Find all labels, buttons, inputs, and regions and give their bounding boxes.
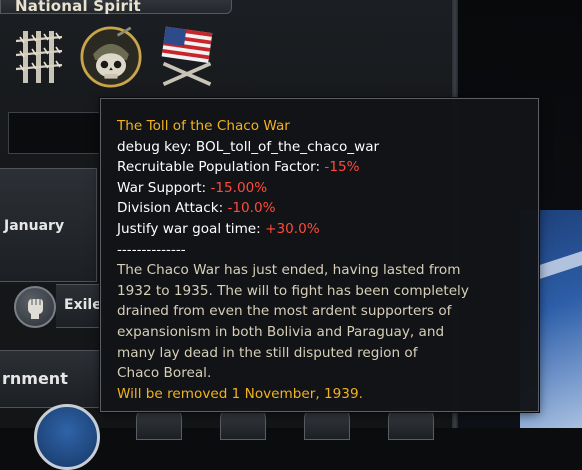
- debug-key-value: BOL_toll_of_the_chaco_war: [195, 138, 380, 155]
- description-line: many lay dead in the still disputed regi…: [117, 344, 418, 361]
- date-month-label: January: [4, 218, 65, 234]
- search-field-box[interactable]: [8, 112, 102, 154]
- leader-portrait[interactable]: [34, 404, 100, 470]
- tooltip-title: The Toll of the Chaco War: [117, 118, 290, 134]
- description-line: drained from even the most ardent suppor…: [117, 303, 452, 320]
- exile-button[interactable]: [14, 286, 56, 328]
- spirit-barbed-wire[interactable]: [8, 24, 70, 90]
- national-spirit-header: National Spirit: [0, 0, 232, 15]
- advisor-slot-1[interactable]: [136, 408, 182, 440]
- modifier-label: Justify war goal time:: [117, 220, 266, 237]
- advisor-slot-4[interactable]: [388, 408, 434, 440]
- tooltip-separator: --------------: [117, 241, 186, 258]
- modifier-row: Justify war goal time: +30.0%: [117, 219, 522, 240]
- modifier-label: War Support:: [117, 179, 211, 196]
- modifier-row: War Support: -15.00%: [117, 178, 522, 199]
- government-label: rnment: [2, 369, 68, 388]
- modifier-row: Division Attack: -10.0%: [117, 198, 522, 219]
- us-flag-crossed-rifles-spirit-icon: [161, 26, 213, 86]
- modifier-row: Recruitable Population Factor: -15%: [117, 157, 522, 178]
- description-line: The Chaco War has just ended, having las…: [117, 262, 461, 279]
- skull-helmet-spirit-icon: [80, 26, 142, 88]
- description-line: Chaco Boreal.: [117, 365, 212, 382]
- raised-fist-icon: [28, 299, 43, 319]
- removal-notice: Will be removed 1 November, 1939.: [117, 385, 363, 402]
- barbed-wire-spirit-icon: [15, 31, 63, 83]
- modifier-value: -10.0%: [227, 200, 276, 217]
- advisor-slot-2[interactable]: [220, 408, 266, 440]
- modifier-value: -15%: [324, 159, 360, 176]
- national-spirit-title: National Spirit: [15, 0, 141, 15]
- modifier-label: Recruitable Population Factor:: [117, 159, 325, 176]
- national-spirit-tooltip: The Toll of the Chaco War debug key: BOL…: [100, 98, 539, 412]
- description-line: 1932 to 1935. The will to fight has been…: [117, 282, 469, 299]
- modifier-label: Division Attack:: [117, 200, 228, 217]
- tooltip-debug-key: debug key: BOL_toll_of_the_chaco_war: [117, 137, 522, 158]
- modifier-value: -15.00%: [210, 179, 268, 196]
- description-line: expansionism in both Bolivia and Paragua…: [117, 323, 445, 340]
- modifier-value: +30.0%: [265, 220, 320, 237]
- exile-label: Exile: [64, 297, 102, 313]
- debug-key-label: debug key:: [117, 138, 196, 155]
- advisor-slot-3[interactable]: [304, 408, 350, 440]
- national-spirit-row: [8, 24, 228, 96]
- spirit-us-flag-rifles[interactable]: [156, 24, 218, 90]
- spirit-skull-helmet[interactable]: [80, 24, 142, 90]
